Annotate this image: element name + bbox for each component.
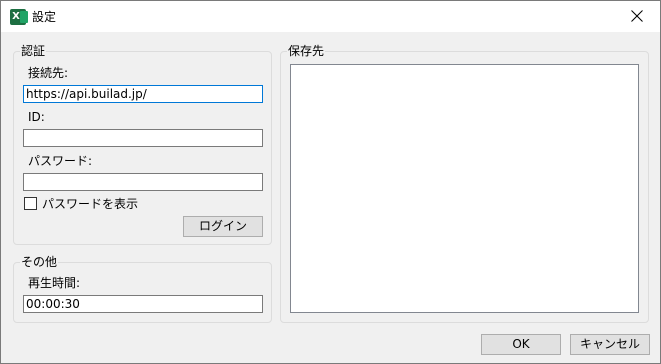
endpoint-input[interactable] <box>23 85 263 103</box>
other-group: その他 <box>13 255 272 323</box>
id-input[interactable] <box>23 129 263 147</box>
login-button[interactable]: ログイン <box>183 216 263 237</box>
show-password-label[interactable]: パスワードを表示 <box>42 197 138 211</box>
save-destination-list[interactable] <box>290 64 639 313</box>
show-password-checkbox[interactable] <box>24 197 37 210</box>
endpoint-label: 接続先: <box>28 66 69 80</box>
excel-icon: X <box>10 9 28 25</box>
other-group-legend: その他 <box>20 255 59 269</box>
save-destination-legend: 保存先 <box>287 44 326 58</box>
ok-button[interactable]: OK <box>481 334 561 355</box>
id-label: ID: <box>28 110 45 124</box>
close-button[interactable] <box>614 1 660 32</box>
auth-group-legend: 認証 <box>20 44 47 58</box>
password-input[interactable] <box>23 173 263 191</box>
close-icon <box>631 10 643 22</box>
window-title: 設定 <box>32 10 57 24</box>
playback-time-input[interactable] <box>23 295 263 313</box>
settings-dialog: X 設定 認証 接続先: ID: パスワード: パスワードを表示 ログイン その… <box>0 0 661 364</box>
cancel-button[interactable]: キャンセル <box>570 334 650 355</box>
playback-time-label: 再生時間: <box>28 276 81 290</box>
title-bar: X 設定 <box>1 1 660 32</box>
password-label: パスワード: <box>28 154 93 168</box>
